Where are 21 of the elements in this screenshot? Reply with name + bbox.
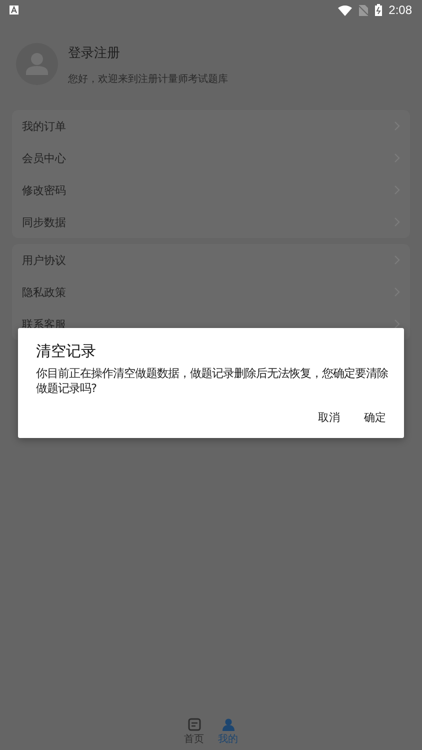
menu-item[interactable]: 会员中心	[12, 142, 410, 174]
dialog-button[interactable]: 确定	[360, 406, 390, 429]
person-icon	[222, 718, 234, 731]
dialog-title: 清空记录	[36, 342, 97, 361]
nav-tab[interactable]: 我的	[218, 718, 238, 746]
no-sim-icon	[358, 4, 368, 16]
battery-icon	[374, 4, 382, 16]
dialog-button[interactable]: 取消	[314, 406, 344, 429]
menu-item[interactable]: 用户协议	[12, 244, 410, 276]
document-icon	[188, 718, 200, 731]
chevron-icon	[394, 319, 400, 329]
status-time: 2:08	[388, 3, 412, 17]
menu-item[interactable]: 我的订单	[12, 110, 410, 142]
wifi-icon	[338, 4, 352, 16]
login-link[interactable]: 登录注册	[68, 44, 228, 62]
menu-item[interactable]: 隐私政策	[12, 276, 410, 308]
notification-icon	[9, 5, 19, 15]
menu-item[interactable]: 修改密码	[12, 174, 410, 206]
menu-item[interactable]: 同步数据	[12, 206, 410, 238]
dialog-message: 你目前正在操作清空做题数据，做题记录删除后无法恢复，您确定要清除做题记录吗?	[36, 366, 389, 396]
welcome-text: 您好，欢迎来到注册计量师考试题库	[68, 72, 228, 86]
